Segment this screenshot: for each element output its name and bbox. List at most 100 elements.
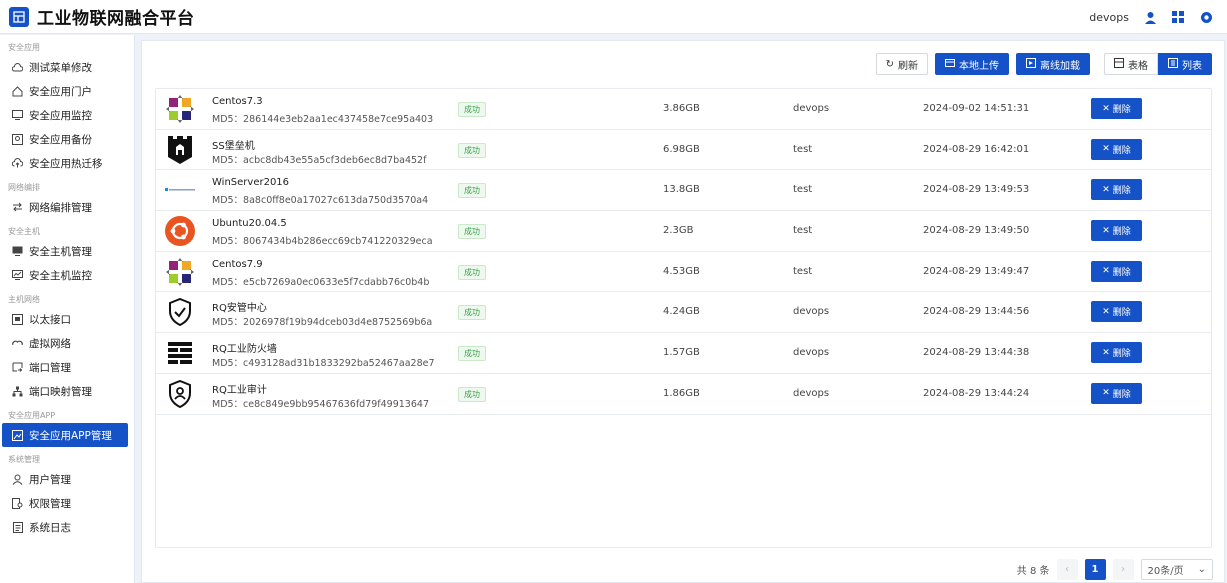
- ethernet-icon: [12, 313, 23, 325]
- sidebar-item[interactable]: 用户管理: [0, 467, 134, 491]
- sidebar-item[interactable]: 安全应用热迁移: [0, 151, 134, 175]
- image-size: 3.86GB: [663, 103, 700, 114]
- delete-button[interactable]: ✕ 删除: [1091, 260, 1142, 282]
- list-item: RQ工业防火墙 MD5：c493128ad31b1833292ba52467aa…: [156, 333, 1211, 374]
- image-name: RQ工业审计: [212, 384, 267, 396]
- refresh-button[interactable]: ↻ 刷新: [875, 53, 928, 75]
- next-page-button[interactable]: ›: [1112, 559, 1134, 580]
- sidebar-item-label: 安全应用热迁移: [29, 157, 103, 170]
- permission-icon: [12, 497, 23, 509]
- upload-icon: [945, 58, 955, 70]
- sidebar-item-label: 权限管理: [29, 497, 71, 510]
- user-icon: [12, 474, 23, 485]
- desktop-chart-icon: [12, 270, 23, 281]
- port-icon: [12, 362, 23, 373]
- close-icon: ✕: [1102, 103, 1110, 114]
- image-name: SS堡垒机: [212, 140, 255, 152]
- image-size: 4.53GB: [663, 265, 700, 277]
- delete-button[interactable]: ✕ 删除: [1091, 342, 1142, 364]
- delete-button[interactable]: ✕ 删除: [1091, 138, 1142, 160]
- image-md5: MD5：ce8c849e9bb95467636fd79f49913647: [212, 398, 429, 410]
- sidebar-group-title: 安全应用: [8, 43, 40, 52]
- sidebar-item[interactable]: 安全应用监控: [0, 103, 134, 127]
- status-badge: 成功: [458, 183, 486, 199]
- local-upload-button[interactable]: 本地上传: [935, 53, 1009, 75]
- sidebar-item[interactable]: 虚拟网络: [0, 331, 134, 355]
- settings-icon[interactable]: [1199, 10, 1213, 24]
- table-icon: [1114, 57, 1124, 71]
- sidebar-item-label: 测试菜单修改: [29, 61, 92, 74]
- view-toggle: 表格 列表: [1104, 53, 1212, 75]
- image-md5: MD5：2026978f19b94dceb03d4e8752569b6a: [212, 317, 433, 329]
- view-list-button[interactable]: 列表: [1158, 53, 1212, 75]
- close-icon: ✕: [1102, 144, 1110, 155]
- sitemap-icon: [12, 386, 23, 397]
- image-size: 13.8GB: [663, 184, 700, 196]
- list-item: RQ安管中心 MD5：2026978f19b94dceb03d4e8752569…: [156, 292, 1211, 334]
- image-md5: MD5：8067434b4b286ecc69cb741220329eca: [212, 236, 433, 248]
- sidebar-item[interactable]: 端口管理: [0, 355, 134, 379]
- sidebar-item-label: 用户管理: [29, 473, 71, 486]
- sidebar-item[interactable]: 系统日志: [0, 515, 134, 539]
- sidebar-item-label: 网络编排管理: [29, 201, 92, 214]
- refresh-icon: ↻: [885, 58, 894, 70]
- image-list: Centos7.3 MD5：286144e3eb2aa1ec437458e7ce…: [155, 88, 1212, 548]
- status-badge: 成功: [458, 346, 486, 362]
- list-item: WinServer2016 MD5：8a8c0ff8e0a17027c613da…: [156, 170, 1211, 212]
- monitor-icon: [12, 110, 23, 121]
- image-time: 2024-08-29 16:42:01: [923, 143, 1030, 155]
- delete-button[interactable]: ✕ 删除: [1091, 301, 1142, 323]
- image-size: 2.3GB: [663, 225, 694, 237]
- image-md5: MD5：c493128ad31b1833292ba52467aa28e7: [212, 358, 435, 370]
- sidebar-item[interactable]: 安全应用APP管理: [2, 423, 128, 447]
- image-name: RQ安管中心: [212, 303, 267, 315]
- page-size-select[interactable]: 20条/页 ⌄: [1140, 559, 1213, 580]
- sidebar-item[interactable]: 安全主机管理: [0, 239, 134, 263]
- sidebar-item-label: 系统日志: [29, 521, 71, 534]
- cloud-icon: [12, 62, 23, 73]
- cloud-upload-icon: [12, 158, 23, 169]
- sidebar-item-label: 安全应用监控: [29, 109, 92, 122]
- status-badge: 成功: [458, 224, 486, 240]
- sidebar-item[interactable]: 权限管理: [0, 491, 134, 515]
- delete-button[interactable]: ✕ 删除: [1091, 382, 1142, 404]
- offline-load-button[interactable]: 离线加载: [1016, 53, 1090, 75]
- image-size: 6.98GB: [663, 143, 700, 155]
- image-owner: test: [793, 265, 813, 277]
- layout-grid-icon[interactable]: [1171, 10, 1185, 24]
- sidebar-group-title: 主机网络: [8, 295, 40, 304]
- prev-page-button[interactable]: ‹: [1056, 559, 1078, 580]
- sidebar-group-title: 系统管理: [8, 455, 40, 464]
- sidebar-item[interactable]: 端口映射管理: [0, 379, 134, 403]
- status-badge: 成功: [458, 102, 486, 117]
- sidebar-item-label: 安全应用门户: [29, 85, 92, 98]
- sidebar-item[interactable]: 测试菜单修改: [0, 55, 134, 79]
- status-badge: 成功: [458, 305, 486, 321]
- image-owner: devops: [793, 306, 830, 318]
- image-time: 2024-08-29 13:44:56: [923, 306, 1030, 318]
- image-owner: devops: [793, 347, 830, 359]
- delete-button[interactable]: ✕ 删除: [1091, 179, 1142, 201]
- centos-icon: [164, 95, 196, 123]
- current-user[interactable]: devops: [1089, 11, 1129, 24]
- swap-icon: [12, 202, 23, 213]
- view-table-button[interactable]: 表格: [1104, 53, 1158, 75]
- sidebar-item[interactable]: 安全应用备份: [0, 127, 134, 151]
- ubuntu-icon: [164, 216, 196, 247]
- sidebar-item[interactable]: 以太接口: [0, 307, 134, 331]
- image-md5: MD5：acbc8db43e55a5cf3deb6ec8d7ba452f: [212, 154, 427, 166]
- page-number-current[interactable]: 1: [1084, 559, 1106, 580]
- image-size: 1.57GB: [663, 347, 700, 359]
- sidebar-item-label: 端口管理: [29, 361, 71, 374]
- image-name: WinServer2016: [212, 177, 290, 189]
- sidebar-group-title: 安全主机: [8, 227, 40, 236]
- sidebar-item[interactable]: 安全主机监控: [0, 263, 134, 287]
- sidebar-item-label: 以太接口: [29, 313, 71, 326]
- user-avatar-icon[interactable]: [1143, 10, 1157, 24]
- delete-button[interactable]: ✕ 删除: [1091, 98, 1142, 119]
- delete-button[interactable]: ✕ 删除: [1091, 220, 1142, 242]
- image-time: 2024-09-02 14:51:31: [923, 103, 1030, 114]
- sidebar-item[interactable]: 安全应用门户: [0, 79, 134, 103]
- sidebar-item[interactable]: 网络编排管理: [0, 195, 134, 219]
- sidebar: 安全应用 测试菜单修改 安全应用门户 安全应用监控 安全应用备份 安全应用热迁移…: [0, 35, 135, 583]
